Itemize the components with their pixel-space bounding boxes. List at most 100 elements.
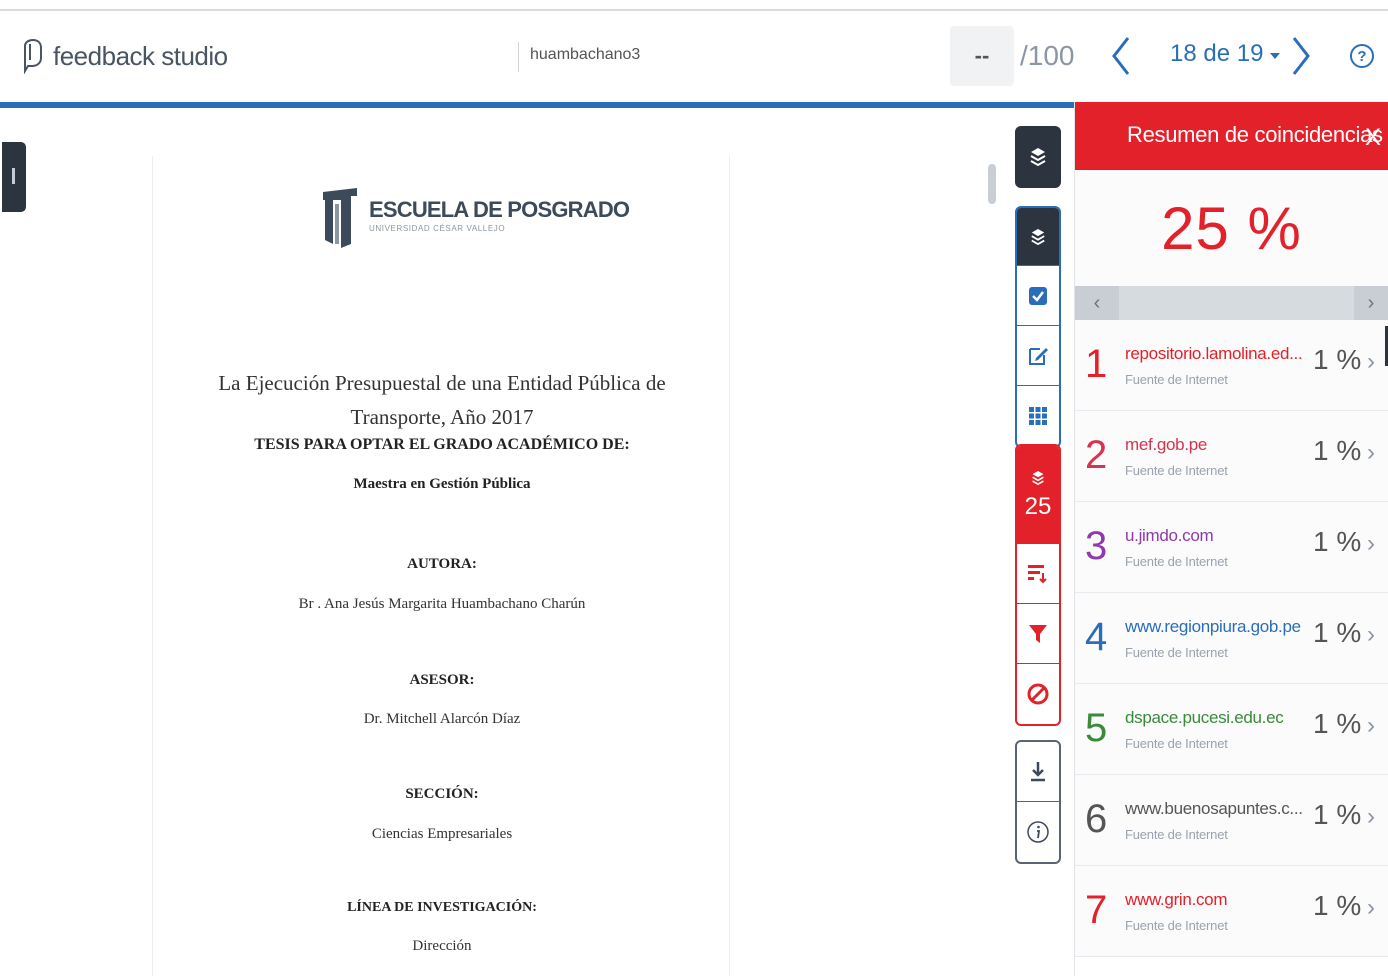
match-number: 2 <box>1085 433 1108 477</box>
layers-icon <box>1032 470 1044 485</box>
chevron-right-icon[interactable]: › <box>1367 348 1375 376</box>
panel-header: Resumen de coincidencias X <box>1075 102 1388 170</box>
thesis-title-line2: Transporte, Año 2017 <box>350 405 534 429</box>
match-item[interactable]: 5 dspace.pucesi.edu.ec Fuente de Internet 1… <box>1075 684 1388 775</box>
layers-button[interactable] <box>1015 126 1061 188</box>
match-percentage: 1 % <box>1313 344 1362 375</box>
match-list: 1 repositorio.lamolina.ed... Fuente de Int… <box>1075 320 1388 957</box>
match-source-type: Fuente de Internet <box>1125 463 1228 478</box>
quickmarks-button[interactable] <box>1017 266 1059 326</box>
download-icon <box>1031 761 1045 781</box>
paper-selector[interactable]: 18 de 19 <box>1170 40 1281 68</box>
match-percentage: 1 % <box>1313 435 1362 466</box>
match-item[interactable]: 3 u.jimdo.com Fuente de Internet 1 % › <box>1075 502 1388 593</box>
feedback-studio-logo-icon <box>24 38 42 74</box>
match-source-type: Fuente de Internet <box>1125 827 1228 842</box>
checkbox-icon <box>1029 286 1047 305</box>
chevron-right-icon[interactable]: › <box>1354 286 1388 320</box>
match-source[interactable]: dspace.pucesi.edu.ec <box>1125 708 1284 728</box>
match-source-type: Fuente de Internet <box>1125 645 1228 660</box>
chevron-right-icon[interactable]: › <box>1367 894 1375 922</box>
info-button[interactable] <box>1017 802 1059 862</box>
top-bar: feedback studio huambachano3 -- /100 18 … <box>0 0 1388 108</box>
close-icon[interactable]: X <box>1365 124 1381 152</box>
match-percentage: 1 % <box>1313 799 1362 830</box>
download-button[interactable] <box>1017 742 1059 802</box>
help-icon[interactable]: ? <box>1350 44 1374 68</box>
overall-similarity-score: 25 % <box>1075 170 1388 286</box>
match-number: 3 <box>1085 524 1108 568</box>
match-number: 5 <box>1085 706 1108 750</box>
match-source[interactable]: u.jimdo.com <box>1125 526 1214 546</box>
chevron-right-icon[interactable]: › <box>1367 530 1375 558</box>
grade-max: /100 <box>1020 40 1075 71</box>
match-source[interactable]: www.regionpiura.gob.pe <box>1125 617 1301 637</box>
chevron-right-icon[interactable]: › <box>1367 712 1375 740</box>
edit-icon <box>1029 347 1048 365</box>
match-number: 7 <box>1085 888 1108 932</box>
feedback-summary-button[interactable] <box>1017 326 1059 386</box>
document-scrollbar[interactable] <box>988 164 996 204</box>
app-name: feedback studio <box>53 40 228 71</box>
exclude-sources-button[interactable] <box>1017 664 1059 724</box>
match-item[interactable]: 4 www.regionpiura.gob.pe Fuente de Interne… <box>1075 593 1388 684</box>
match-breakdown-button[interactable] <box>1017 544 1059 604</box>
chevron-left-icon[interactable]: ‹ <box>1075 286 1119 320</box>
grading-tool-group <box>1015 206 1061 448</box>
assignment-user: huambachano3 <box>530 46 641 63</box>
research-line-heading: LÍNEA DE INVESTIGACIÓN: <box>347 900 537 915</box>
match-source-type: Fuente de Internet <box>1125 736 1228 751</box>
author-heading: AUTORA: <box>407 556 477 572</box>
match-item[interactable]: 7 www.grin.com Fuente de Internet 1 % › <box>1075 866 1388 957</box>
layers-icon <box>1031 228 1045 245</box>
advisor-heading: ASESOR: <box>409 672 475 688</box>
caret-down-icon <box>1270 53 1281 59</box>
thesis-title: La Ejecución Presupuestal de una Entidad… <box>193 366 691 434</box>
match-source[interactable]: repositorio.lamolina.ed... <box>1125 344 1303 364</box>
section-name: Ciencias Empresariales <box>371 826 513 842</box>
info-icon <box>1027 821 1049 843</box>
match-source[interactable]: www.grin.com <box>1125 890 1228 910</box>
document-page: ESCUELA DE POSGRADO UNIVERSIDAD CÉSAR VA… <box>152 156 730 976</box>
match-source[interactable]: mef.gob.pe <box>1125 435 1207 455</box>
filter-button[interactable] <box>1017 604 1059 664</box>
exclude-icon <box>1027 683 1049 705</box>
grading-layer-button[interactable] <box>1017 208 1059 266</box>
school-name: ESCUELA DE POSGRADO <box>369 197 630 222</box>
top-divider <box>0 9 1388 11</box>
chevron-right-icon[interactable]: › <box>1367 621 1375 649</box>
match-source-type: Fuente de Internet <box>1125 918 1228 933</box>
match-item[interactable]: 6 www.buenosapuntes.c... Fuente de Interne… <box>1075 775 1388 866</box>
author-name: Br . Ana Jesús Margarita Huambachano Cha… <box>298 596 586 612</box>
paper-counter-label: 18 de 19 <box>1170 40 1264 67</box>
grade-input[interactable]: -- <box>950 26 1014 86</box>
match-item[interactable]: 1 repositorio.lamolina.ed... Fuente de Int… <box>1075 320 1388 411</box>
section-heading: SECCIÓN: <box>405 786 479 802</box>
next-paper-button[interactable] <box>1288 34 1314 78</box>
chevron-right-icon[interactable]: › <box>1367 439 1375 467</box>
similarity-tool-group: 25 <box>1015 444 1061 726</box>
side-panel-toggle[interactable] <box>2 142 26 212</box>
rubric-button[interactable] <box>1017 386 1059 446</box>
match-source-type: Fuente de Internet <box>1125 372 1228 387</box>
match-percentage: 1 % <box>1313 890 1362 921</box>
document-viewer[interactable]: ESCUELA DE POSGRADO UNIVERSIDAD CÉSAR VA… <box>0 108 1074 976</box>
panel-title: Resumen de coincidencias <box>1127 122 1383 147</box>
header-separator <box>518 42 519 72</box>
match-overview-panel: Resumen de coincidencias X 25 % ‹ › 1 rep… <box>1074 102 1388 976</box>
previous-paper-button[interactable] <box>1108 34 1134 78</box>
match-source-type: Fuente de Internet <box>1125 554 1228 569</box>
chevron-right-icon[interactable]: › <box>1367 803 1375 831</box>
match-breakdown-icon <box>1028 564 1047 583</box>
filter-icon <box>1029 624 1047 643</box>
similarity-score: 25 <box>1024 492 1052 520</box>
layers-icon <box>1030 148 1046 167</box>
match-item[interactable]: 2 mef.gob.pe Fuente de Internet 1 % › <box>1075 411 1388 502</box>
advisor-name: Dr. Mitchell Alarcón Díaz <box>363 711 521 727</box>
grid-icon <box>1029 407 1047 425</box>
degree: Maestra en Gestión Pública <box>353 476 531 492</box>
similarity-score-button[interactable]: 25 <box>1017 446 1059 544</box>
university-crest-icon <box>323 188 357 248</box>
match-source[interactable]: www.buenosapuntes.c... <box>1125 799 1303 819</box>
match-number: 4 <box>1085 615 1108 659</box>
